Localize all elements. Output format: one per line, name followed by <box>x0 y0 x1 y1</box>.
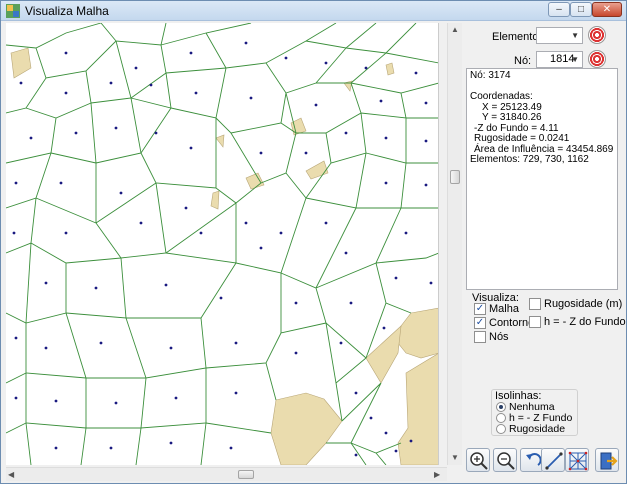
elemento-select[interactable]: ▼ <box>536 27 583 44</box>
checkbox-check-icon: ✓ <box>474 317 486 329</box>
zoom-in-icon <box>470 452 488 470</box>
land-area <box>245 172 265 190</box>
line-tool-button[interactable] <box>541 448 565 472</box>
info-coord-header: Coordenadas: <box>470 91 533 102</box>
land-area <box>10 47 32 79</box>
land-area <box>385 62 395 76</box>
info-rugosidade: Rugosidade = 0.0241 <box>474 133 570 144</box>
exit-button[interactable] <box>595 448 619 472</box>
nos-checkbox[interactable]: Nós <box>474 331 509 343</box>
land-area <box>270 392 343 465</box>
info-node: Nó: 3174 <box>470 70 511 81</box>
land-area <box>215 134 225 148</box>
window-title: Visualiza Malha <box>25 4 109 18</box>
checkbox-check-icon: ✓ <box>474 303 486 315</box>
land-area <box>397 353 438 465</box>
horizontal-scroll-thumb[interactable] <box>238 470 254 479</box>
land-area <box>397 307 438 359</box>
vertical-scroll-thumb[interactable] <box>450 170 460 184</box>
mesh-grid-icon <box>568 451 588 471</box>
chevron-down-icon: ▼ <box>571 31 579 40</box>
locate-no-button[interactable] <box>588 50 606 68</box>
land-area <box>343 80 353 92</box>
land-area <box>305 160 329 180</box>
rugosidade-checkbox[interactable]: Rugosidade (m) <box>529 298 622 310</box>
title-bar: Visualiza Malha ‒ □ ✕ <box>1 1 626 21</box>
scroll-right-icon[interactable]: ▶ <box>434 470 440 479</box>
info-elementos: Elementos: 729, 730, 1162 <box>470 154 589 165</box>
land-areas <box>10 47 438 465</box>
mesh-drawing <box>6 23 438 465</box>
chevron-down-icon: ▼ <box>571 55 579 64</box>
malha-checkbox[interactable]: ✓ Malha <box>474 303 519 315</box>
horizontal-scrollbar[interactable]: ◀ ▶ <box>6 467 447 481</box>
node-info-box: Nó: 3174 Coordenadas: X = 25123.49 Y = 3… <box>466 68 618 290</box>
vertical-scrollbar[interactable]: ▲ ▼ <box>447 23 462 465</box>
zoom-in-button[interactable] <box>466 448 490 472</box>
info-y: Y = 31840.26 <box>482 112 542 123</box>
minimize-button[interactable]: ‒ <box>548 2 570 17</box>
land-area <box>210 190 220 210</box>
mesh-grid-button[interactable] <box>565 448 589 472</box>
scroll-down-icon[interactable]: ▼ <box>451 453 459 462</box>
scroll-left-icon[interactable]: ◀ <box>8 470 14 479</box>
zoom-out-icon <box>497 452 515 470</box>
mesh-canvas[interactable] <box>6 23 439 465</box>
profundidade-checkbox[interactable]: h = - Z do Fundo (m) <box>529 316 627 328</box>
no-select-value: 1814 <box>550 53 575 65</box>
scroll-up-icon[interactable]: ▲ <box>451 25 459 34</box>
maximize-button[interactable]: □ <box>570 2 592 17</box>
app-window: Visualiza Malha ‒ □ ✕ ▲ ▼ ◀ ▶ Elemento: … <box>0 0 627 484</box>
isolinhas-rugosidade-radio[interactable]: Rugosidade <box>496 423 565 435</box>
elemento-label: Elemento: <box>492 31 542 43</box>
exit-icon <box>600 452 618 470</box>
line-tool-icon <box>545 452 563 470</box>
land-area <box>365 325 402 384</box>
zoom-out-button[interactable] <box>493 448 517 472</box>
no-select[interactable]: 1814 ▼ <box>536 51 583 68</box>
no-label: Nó: <box>514 55 532 67</box>
app-icon <box>6 4 20 18</box>
locate-elemento-button[interactable] <box>588 26 606 44</box>
close-button[interactable]: ✕ <box>592 2 622 17</box>
mesh-edges <box>6 23 438 465</box>
